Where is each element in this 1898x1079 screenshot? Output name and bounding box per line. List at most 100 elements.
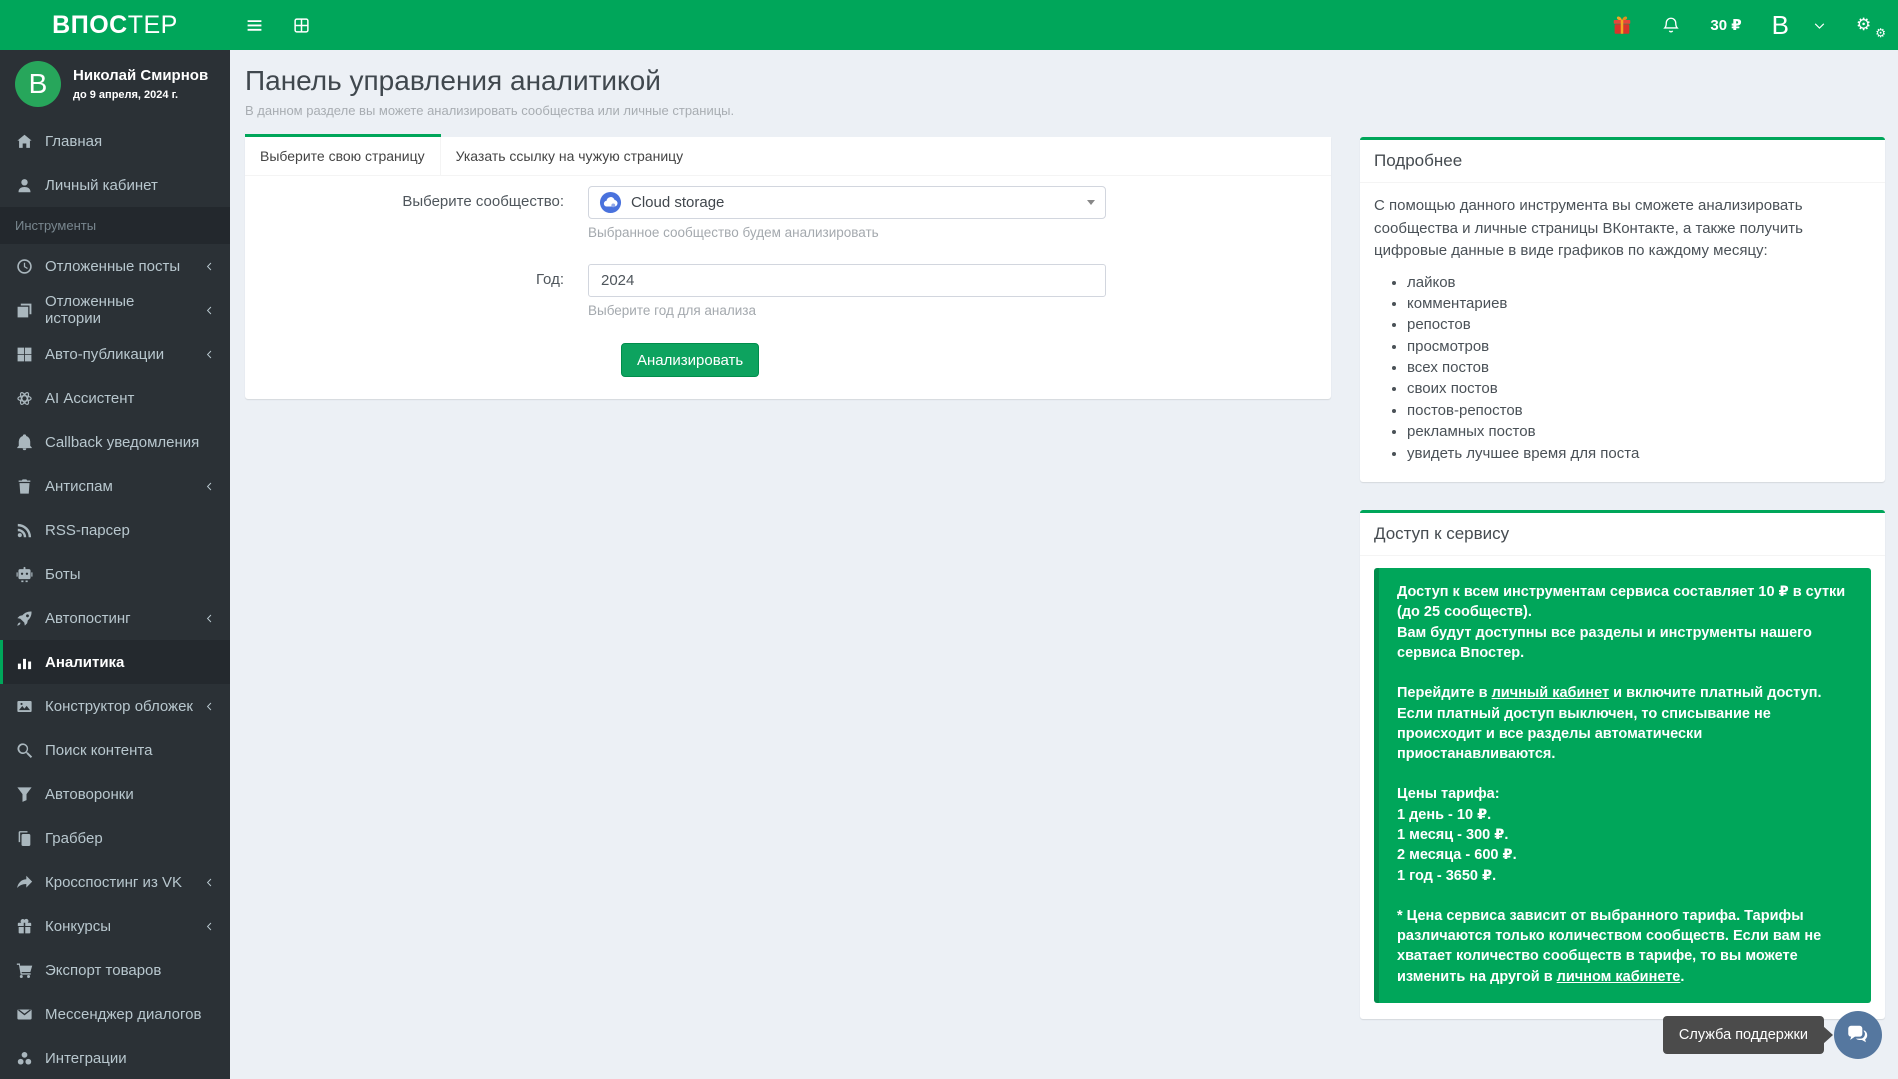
- gears-icon: ⚙ ⚙: [1856, 14, 1886, 40]
- sidebar-item-label: Автоворонки: [45, 785, 134, 803]
- page-subtitle: В данном разделе вы можете анализировать…: [245, 103, 735, 118]
- topbar-avatar: B: [1771, 10, 1789, 40]
- sidebar-item-content-search[interactable]: Поиск контента: [0, 728, 230, 772]
- gift-icon: [1614, 16, 1631, 34]
- prices-title: Цены тарифа:: [1397, 786, 1500, 803]
- access-benefit-line: Вам будут доступны все разделы и инструм…: [1397, 624, 1812, 661]
- gift-button[interactable]: [1612, 15, 1632, 35]
- price-line: 1 день - 10 ₽.: [1397, 806, 1492, 823]
- sidebar-item-bots[interactable]: Боты: [0, 552, 230, 596]
- ai-icon: [15, 390, 34, 407]
- sidebar-item-label: Кросспостинг из VK: [45, 873, 182, 891]
- sidebar-item-crossposting[interactable]: Кросспостинг из VK: [0, 860, 230, 904]
- access-price-line: Доступ к всем инструментам сервиса соста…: [1397, 584, 1846, 621]
- sidebar-item-antispam[interactable]: Антиспам: [0, 464, 230, 508]
- menu-icon: [247, 19, 262, 31]
- home-icon: [15, 133, 34, 150]
- sidebar-item-rss-parser[interactable]: RSS-парсер: [0, 508, 230, 552]
- details-list-item: просмотров: [1407, 337, 1871, 357]
- sidebar-section-tools: Инструменты: [0, 207, 230, 244]
- support-tooltip: Служба поддержки: [1662, 1016, 1824, 1054]
- sidebar-item-grabber[interactable]: Граббер: [0, 816, 230, 860]
- sidebar-item-auto-publications[interactable]: Авто-публикации: [0, 332, 230, 376]
- analyze-button[interactable]: Анализировать: [621, 343, 760, 377]
- sidebar-item-deferred-posts[interactable]: Отложенные посты: [0, 244, 230, 288]
- access-text: Перейдите в: [1397, 685, 1492, 702]
- main-content: Панель управления аналитикой В данном ра…: [230, 50, 1898, 1079]
- sidebar-item-label: Отложенные посты: [45, 257, 181, 275]
- support-widget: Служба поддержки: [1662, 1011, 1882, 1059]
- sidebar-item-label: AI Ассистент: [45, 389, 135, 407]
- personal-account-link[interactable]: личном кабинете: [1557, 969, 1681, 985]
- community-label: Выберите сообщество:: [402, 193, 564, 210]
- grid-icon: [294, 17, 309, 33]
- notifications-button[interactable]: [1662, 16, 1680, 34]
- community-help: Выбранное сообщество будем анализировать: [588, 225, 879, 240]
- app-logo[interactable]: ВПОС ТЕР: [0, 0, 230, 50]
- sidebar-item-deferred-stories[interactable]: Отложенные истории: [0, 288, 230, 332]
- balance-indicator[interactable]: 30 ₽: [1710, 16, 1741, 34]
- sidebar-item-label: Автопостинг: [45, 609, 131, 627]
- chevron-left-icon: [204, 481, 215, 492]
- clock-icon: [15, 258, 34, 275]
- sidebar-item-label: Граббер: [45, 829, 103, 847]
- sidebar-item-label: Личный кабинет: [45, 176, 158, 194]
- sidebar-item-contests[interactable]: Конкурсы: [0, 904, 230, 948]
- details-list-item: увидеть лучшее время для поста: [1407, 444, 1871, 464]
- search-icon: [15, 742, 34, 759]
- sidebar-item-label: Главная: [45, 132, 103, 150]
- topbar-main: 30 ₽ B ⚙ ⚙: [230, 0, 1898, 50]
- subscription-until: до 9 апреля, 2024 г.: [73, 89, 179, 101]
- chevron-left-icon: [204, 701, 215, 712]
- sidebar-item-ai-assistant[interactable]: AI Ассистент: [0, 376, 230, 420]
- support-chat-button[interactable]: [1834, 1011, 1882, 1059]
- apps-grid-button[interactable]: [293, 17, 310, 34]
- trash-icon: [15, 478, 34, 495]
- sidebar-item-cover-constructor[interactable]: Конструктор обложек: [0, 684, 230, 728]
- sidebar-item-messenger[interactable]: Мессенджер диалогов: [0, 992, 230, 1036]
- account-menu[interactable]: B: [1772, 12, 1826, 38]
- tabs: Выберите свою страницу Указать ссылку на…: [245, 134, 1331, 176]
- share-icon: [15, 874, 34, 891]
- sidebar: B Николай Смирнов до 9 апреля, 2024 г. Г…: [0, 50, 230, 1079]
- sidebar-item-home[interactable]: Главная: [0, 119, 230, 163]
- details-list-item: постов-репостов: [1407, 401, 1871, 421]
- chevron-left-icon: [204, 305, 215, 316]
- sidebar-item-callback-notifications[interactable]: Callback уведомления: [0, 420, 230, 464]
- sidebar-item-autoposting[interactable]: Автопостинг: [0, 596, 230, 640]
- sidebar-item-label: Мессенджер диалогов: [45, 1005, 202, 1023]
- sidebar-menu: Главная Личный кабинет Инструменты Отлож…: [0, 119, 230, 1079]
- sidebar-item-analytics[interactable]: Аналитика: [0, 640, 230, 684]
- user-panel[interactable]: B Николай Смирнов до 9 апреля, 2024 г.: [0, 50, 230, 117]
- gift-icon: [15, 918, 34, 935]
- image-icon: [15, 698, 34, 715]
- user-name: Николай Смирнов: [73, 67, 209, 84]
- robot-icon: [15, 566, 34, 583]
- user-icon: [15, 177, 34, 194]
- tab-own-page[interactable]: Выберите свою страницу: [245, 134, 441, 175]
- access-callout: Доступ к всем инструментам сервиса соста…: [1374, 568, 1871, 1004]
- details-list-item: комментариев: [1407, 294, 1871, 314]
- sidebar-item-goods-export[interactable]: Экспорт товаров: [0, 948, 230, 992]
- chat-bubbles-icon: [1848, 1025, 1868, 1043]
- chevron-left-icon: [204, 921, 215, 932]
- year-help: Выберите год для анализа: [588, 303, 757, 318]
- sidebar-item-funnels[interactable]: Автоворонки: [0, 772, 230, 816]
- access-note: .: [1680, 968, 1685, 985]
- sidebar-item-account[interactable]: Личный кабинет: [0, 163, 230, 207]
- details-list-item: рекламных постов: [1407, 422, 1871, 442]
- tab-other-page[interactable]: Указать ссылку на чужую страницу: [441, 137, 699, 175]
- community-select[interactable]: Cloud storage: [588, 186, 1106, 219]
- community-avatar: [599, 191, 622, 214]
- page-title: Панель управления аналитикой: [245, 65, 661, 96]
- sidebar-toggle-button[interactable]: [246, 17, 263, 34]
- sidebar-item-integrations[interactable]: Интеграции: [0, 1036, 230, 1079]
- details-list-item: лайков: [1407, 273, 1871, 293]
- chevron-left-icon: [204, 349, 215, 360]
- integrations-icon: [15, 1050, 34, 1067]
- year-input[interactable]: [588, 264, 1106, 297]
- personal-account-link[interactable]: личный кабинет: [1492, 685, 1610, 701]
- settings-button[interactable]: ⚙ ⚙: [1856, 14, 1886, 40]
- sidebar-item-label: Поиск контента: [45, 741, 153, 759]
- sidebar-item-label: Интеграции: [45, 1049, 127, 1067]
